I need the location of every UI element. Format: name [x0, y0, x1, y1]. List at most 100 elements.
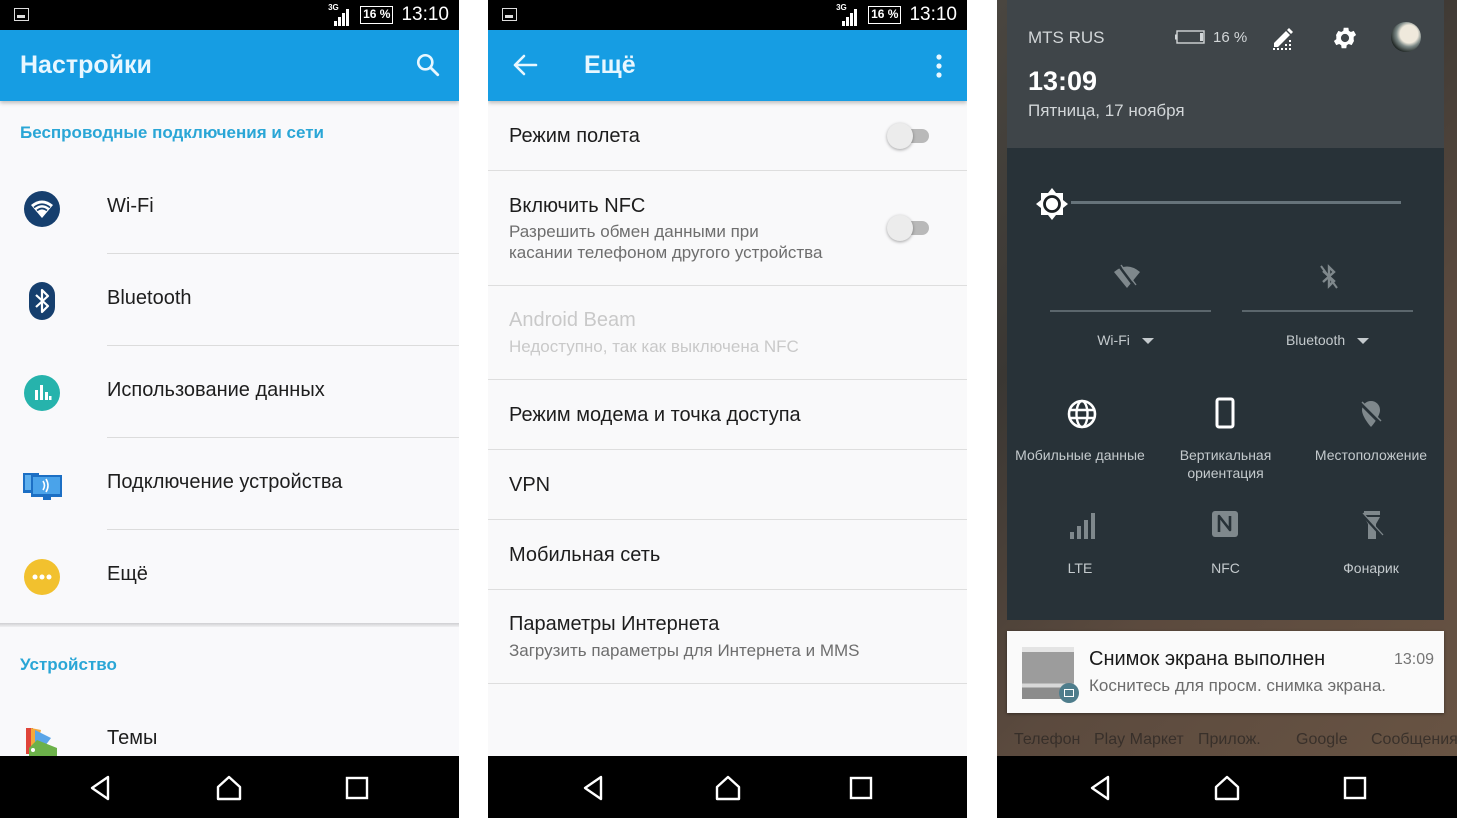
home-icon[interactable]: [1213, 774, 1241, 802]
dock-label-play-market: Play Маркет: [1094, 731, 1184, 748]
globe-icon: [1067, 399, 1097, 429]
notification-text: Коснитесь для просм. снимка экрана.: [1089, 676, 1387, 695]
shade-header: MTS RUS 16 % 13:09 Пятница, 17 ноября: [1007, 0, 1444, 148]
settings-item-more[interactable]: Ещё: [0, 530, 459, 622]
user-avatar[interactable]: [1391, 22, 1421, 52]
navigation-bar: [0, 756, 459, 818]
navigation-bar: [488, 756, 967, 818]
tile-label: Bluetooth: [1285, 332, 1346, 348]
card-divider: [0, 623, 459, 627]
screenshot-notification[interactable]: Снимок экрана выполнен 13:09 Коснитесь д…: [1007, 631, 1444, 713]
list-item-airplane-mode[interactable]: Режим полета: [488, 101, 967, 171]
tile-label: Wi-Fi: [1097, 332, 1130, 348]
back-icon[interactable]: [580, 774, 608, 802]
tile-bluetooth[interactable]: Bluetooth: [1242, 253, 1413, 363]
edit-icon[interactable]: [1271, 26, 1293, 50]
app-bar: Настройки: [0, 30, 459, 101]
dropdown-arrow-icon[interactable]: [1141, 338, 1154, 345]
status-bar: 3G 16 % 13:10: [0, 0, 459, 30]
bluetooth-icon: [29, 282, 55, 320]
battery-indicator: 16 %: [868, 6, 902, 24]
settings-gear-icon[interactable]: [1331, 24, 1359, 52]
list-item-mobile-network[interactable]: Мобильная сеть: [488, 520, 967, 590]
dock-label-phone: Телефон: [1014, 731, 1081, 748]
tile-label: LTE: [1067, 560, 1093, 576]
list-item-tethering[interactable]: Режим модема и точка доступа: [488, 380, 967, 450]
page-title: Ещё: [584, 51, 636, 79]
brightness-slider[interactable]: [1071, 201, 1401, 204]
shade-time: 13:09: [1028, 66, 1098, 96]
tile-nfc[interactable]: NFC: [1153, 508, 1298, 588]
wifi-icon: [24, 191, 60, 227]
tile-portrait-orientation[interactable]: Вертикальная ориентация: [1153, 393, 1298, 493]
tile-label: ориентация: [1187, 465, 1264, 481]
location-off-icon: [1358, 401, 1382, 427]
dock-label-messages: Сообщения: [1371, 731, 1457, 748]
settings-screen: 3G 16 % 13:10 Настройки Беспроводные под…: [0, 0, 459, 818]
back-icon[interactable]: [87, 774, 115, 802]
list-item-nfc[interactable]: Включить NFC Разрешить обмен данными при…: [488, 171, 967, 286]
status-bar: 3G 16 % 13:10: [488, 0, 967, 30]
settings-item-device-connection[interactable]: Подключение устройства: [0, 438, 459, 530]
overflow-menu-icon[interactable]: [935, 54, 943, 78]
page-title: Настройки: [20, 51, 152, 79]
tile-label: NFC: [1211, 560, 1240, 576]
more-icon: [24, 559, 60, 595]
settings-item-label: Темы: [107, 727, 158, 749]
tile-label: Вертикальная: [1179, 447, 1272, 463]
list-item-vpn[interactable]: VPN: [488, 450, 967, 520]
search-icon[interactable]: [415, 52, 441, 78]
screenshot-notification-icon: [14, 8, 29, 21]
tile-location[interactable]: Местоположение: [1298, 393, 1444, 493]
list-item-internet-settings[interactable]: Параметры Интернета Загрузить параметры …: [488, 590, 967, 684]
clock: 13:10: [401, 4, 449, 25]
section-header-wireless: Беспроводные подключения и сети: [20, 123, 325, 142]
recents-icon[interactable]: [1341, 774, 1369, 802]
battery-icon: [1175, 30, 1205, 44]
battery-percent: 16 %: [1213, 29, 1248, 46]
app-bar: Ещё: [488, 30, 967, 101]
settings-item-label: Использование данных: [107, 379, 325, 401]
shade-date: Пятница, 17 ноября: [1028, 101, 1185, 120]
quick-settings-panel: Wi-Fi Bluetooth Мобильные данные Вертика…: [1007, 148, 1444, 620]
settings-item-wifi[interactable]: Wi-Fi: [0, 162, 459, 254]
settings-item-data-usage[interactable]: Использование данных: [0, 346, 459, 438]
home-icon[interactable]: [714, 774, 742, 802]
notification-title: Снимок экрана выполнен: [1089, 648, 1326, 670]
list-item-android-beam: Android Beam Недоступно, так как выключе…: [488, 286, 967, 380]
settings-item-label: Ещё: [107, 563, 148, 585]
back-icon[interactable]: [1087, 774, 1115, 802]
settings-item-label: Подключение устройства: [107, 471, 343, 493]
settings-item-label: Wi-Fi: [107, 195, 154, 217]
tile-label: Фонарик: [1343, 560, 1399, 576]
wifi-off-icon: [1114, 264, 1140, 288]
nfc-icon: [1212, 511, 1238, 537]
airplane-mode-toggle[interactable]: [887, 122, 931, 150]
nfc-toggle[interactable]: [887, 214, 931, 242]
carrier-name: MTS RUS: [1028, 28, 1105, 47]
dock-label-google: Google: [1296, 731, 1348, 748]
tile-mobile-data[interactable]: Мобильные данные: [1007, 393, 1153, 493]
home-icon[interactable]: [215, 774, 243, 802]
back-arrow-icon[interactable]: [512, 53, 538, 77]
battery-indicator: 16 %: [360, 6, 394, 24]
tile-wifi[interactable]: Wi-Fi: [1040, 253, 1211, 363]
section-header-device: Устройство: [20, 655, 117, 674]
notification-shade-screen: MTS RUS 16 % 13:09 Пятница, 17 ноября Wi…: [997, 0, 1457, 818]
settings-item-label: Bluetooth: [107, 287, 192, 309]
notification-time: 13:09: [1393, 651, 1434, 668]
recents-icon[interactable]: [847, 774, 875, 802]
more-settings-screen: 3G 16 % 13:10 Ещё Режим полета Включить …: [488, 0, 967, 818]
tile-flashlight[interactable]: Фонарик: [1298, 508, 1444, 588]
settings-item-bluetooth[interactable]: Bluetooth: [0, 254, 459, 346]
phone-portrait-icon: [1215, 397, 1235, 429]
screenshot-notification-icon: [502, 8, 517, 21]
tile-lte[interactable]: LTE: [1007, 508, 1153, 588]
divider: [1050, 310, 1211, 312]
clock: 13:10: [909, 4, 957, 25]
dropdown-arrow-icon[interactable]: [1357, 338, 1370, 345]
data-usage-icon: [24, 375, 60, 411]
brightness-icon: [1036, 188, 1068, 220]
dock-label-apps: Прилож.: [1198, 731, 1261, 748]
recents-icon[interactable]: [343, 774, 371, 802]
